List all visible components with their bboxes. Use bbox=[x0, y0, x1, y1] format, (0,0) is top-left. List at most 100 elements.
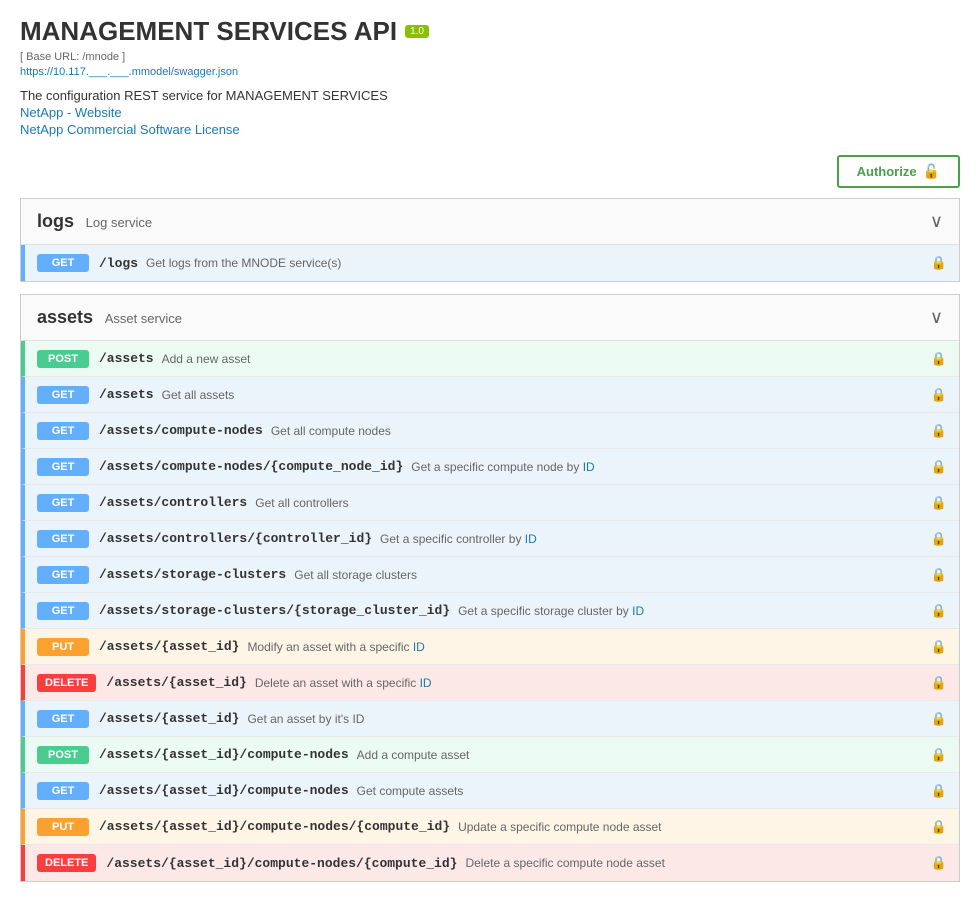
endpoint-path: /assets/storage-clusters/{storage_cluste… bbox=[99, 603, 450, 618]
endpoint-path: /assets/controllers/{controller_id} bbox=[99, 531, 372, 546]
endpoint-row[interactable]: DELETE /assets/{asset_id} Delete an asse… bbox=[21, 665, 959, 701]
endpoint-path: /assets/compute-nodes/{compute_node_id} bbox=[99, 459, 403, 474]
endpoint-lock-icon: 🔒 bbox=[931, 387, 947, 403]
endpoint-row[interactable]: DELETE /assets/{asset_id}/compute-nodes/… bbox=[21, 845, 959, 881]
section-assets: assets Asset service ∨ POST /assets Add … bbox=[20, 294, 960, 882]
chevron-icon-assets: ∨ bbox=[930, 307, 943, 328]
endpoint-desc: Get all compute nodes bbox=[271, 424, 391, 438]
authorize-label: Authorize bbox=[857, 164, 917, 179]
endpoint-path: /assets/compute-nodes bbox=[99, 423, 263, 438]
section-header-logs[interactable]: logs Log service ∨ bbox=[21, 199, 959, 245]
endpoint-row[interactable]: GET /assets/storage-clusters Get all sto… bbox=[21, 557, 959, 593]
endpoint-desc: Get a specific compute node by ID bbox=[411, 460, 594, 474]
endpoint-row[interactable]: PUT /assets/{asset_id}/compute-nodes/{co… bbox=[21, 809, 959, 845]
section-subtitle-logs: Log service bbox=[86, 215, 152, 230]
endpoint-lock-icon: 🔒 bbox=[931, 675, 947, 691]
method-badge: GET bbox=[37, 422, 89, 440]
endpoint-path: /assets/controllers bbox=[99, 495, 247, 510]
endpoint-lock-icon: 🔒 bbox=[931, 603, 947, 619]
endpoint-desc: Get an asset by it's ID bbox=[247, 712, 364, 726]
method-badge: PUT bbox=[37, 638, 89, 656]
endpoint-lock-icon: 🔒 bbox=[931, 639, 947, 655]
endpoint-desc: Get a specific controller by ID bbox=[380, 532, 537, 546]
endpoint-desc: Delete a specific compute node asset bbox=[465, 856, 664, 870]
endpoint-desc: Add a compute asset bbox=[357, 748, 470, 762]
method-badge: GET bbox=[37, 710, 89, 728]
method-badge: PUT bbox=[37, 818, 89, 836]
endpoint-lock-icon: 🔒 bbox=[931, 819, 947, 835]
endpoint-desc: Get logs from the MNODE service(s) bbox=[146, 256, 341, 270]
endpoint-row[interactable]: POST /assets/{asset_id}/compute-nodes Ad… bbox=[21, 737, 959, 773]
authorize-row: Authorize 🔓 bbox=[20, 155, 960, 188]
api-title-text: MANAGEMENT SERVICES API bbox=[20, 16, 397, 47]
endpoint-path: /assets bbox=[99, 351, 154, 366]
method-badge: GET bbox=[37, 782, 89, 800]
endpoint-path: /logs bbox=[99, 256, 138, 271]
endpoint-desc: Add a new asset bbox=[162, 352, 251, 366]
method-badge: POST bbox=[37, 746, 89, 764]
endpoint-lock-icon: 🔒 bbox=[931, 495, 947, 511]
section-title-assets: assets bbox=[37, 307, 93, 327]
license-link[interactable]: NetApp Commercial Software License bbox=[20, 122, 960, 137]
endpoint-path: /assets/{asset_id}/compute-nodes bbox=[99, 783, 349, 798]
website-link[interactable]: NetApp - Website bbox=[20, 105, 960, 120]
api-description: The configuration REST service for MANAG… bbox=[20, 88, 960, 103]
endpoint-desc: Get all controllers bbox=[255, 496, 348, 510]
endpoint-path: /assets/{asset_id}/compute-nodes bbox=[99, 747, 349, 762]
endpoint-lock-icon: 🔒 bbox=[931, 783, 947, 799]
endpoint-desc: Update a specific compute node asset bbox=[458, 820, 661, 834]
endpoint-path: /assets/{asset_id}/compute-nodes/{comput… bbox=[106, 856, 457, 871]
endpoint-path: /assets/{asset_id} bbox=[99, 711, 239, 726]
endpoint-path: /assets bbox=[99, 387, 154, 402]
method-badge: POST bbox=[37, 350, 89, 368]
api-title: MANAGEMENT SERVICES API 1.0 bbox=[20, 16, 960, 47]
section-header-assets[interactable]: assets Asset service ∨ bbox=[21, 295, 959, 341]
endpoint-row[interactable]: PUT /assets/{asset_id} Modify an asset w… bbox=[21, 629, 959, 665]
sections-container: logs Log service ∨ GET /logs Get logs fr… bbox=[20, 198, 960, 882]
endpoint-lock-icon: 🔒 bbox=[931, 531, 947, 547]
endpoint-lock-icon: 🔒 bbox=[931, 567, 947, 583]
swagger-link[interactable]: https://10.117.___.___.mmodel/swagger.js… bbox=[20, 66, 238, 78]
method-badge: GET bbox=[37, 386, 89, 404]
endpoint-lock-icon: 🔒 bbox=[931, 255, 947, 271]
method-badge: DELETE bbox=[37, 854, 96, 872]
endpoint-row[interactable]: GET /assets/compute-nodes Get all comput… bbox=[21, 413, 959, 449]
method-badge: GET bbox=[37, 566, 89, 584]
endpoint-desc: Get compute assets bbox=[357, 784, 464, 798]
section-title-logs: logs bbox=[37, 211, 74, 231]
endpoint-row[interactable]: GET /assets/controllers Get all controll… bbox=[21, 485, 959, 521]
endpoint-desc: Delete an asset with a specific ID bbox=[255, 676, 432, 690]
section-subtitle-assets: Asset service bbox=[105, 311, 182, 326]
endpoint-lock-icon: 🔒 bbox=[931, 855, 947, 871]
method-badge: GET bbox=[37, 530, 89, 548]
endpoint-lock-icon: 🔒 bbox=[931, 423, 947, 439]
endpoint-row[interactable]: POST /assets Add a new asset 🔒 bbox=[21, 341, 959, 377]
section-logs: logs Log service ∨ GET /logs Get logs fr… bbox=[20, 198, 960, 282]
endpoint-desc: Get all assets bbox=[162, 388, 235, 402]
endpoint-row[interactable]: GET /assets/{asset_id}/compute-nodes Get… bbox=[21, 773, 959, 809]
authorize-button[interactable]: Authorize 🔓 bbox=[837, 155, 960, 188]
endpoint-row[interactable]: GET /logs Get logs from the MNODE servic… bbox=[21, 245, 959, 281]
endpoint-lock-icon: 🔒 bbox=[931, 351, 947, 367]
endpoint-desc: Modify an asset with a specific ID bbox=[247, 640, 424, 654]
endpoint-lock-icon: 🔒 bbox=[931, 747, 947, 763]
endpoint-desc: Get a specific storage cluster by ID bbox=[458, 604, 644, 618]
endpoint-row[interactable]: GET /assets/storage-clusters/{storage_cl… bbox=[21, 593, 959, 629]
endpoint-row[interactable]: GET /assets/{asset_id} Get an asset by i… bbox=[21, 701, 959, 737]
endpoint-row[interactable]: GET /assets/compute-nodes/{compute_node_… bbox=[21, 449, 959, 485]
lock-icon: 🔓 bbox=[923, 163, 940, 180]
endpoint-desc: Get all storage clusters bbox=[294, 568, 417, 582]
endpoint-row[interactable]: GET /assets Get all assets 🔒 bbox=[21, 377, 959, 413]
endpoint-row[interactable]: GET /assets/controllers/{controller_id} … bbox=[21, 521, 959, 557]
api-header: MANAGEMENT SERVICES API 1.0 [ Base URL: … bbox=[20, 16, 960, 137]
endpoint-path: /assets/storage-clusters bbox=[99, 567, 286, 582]
endpoint-path: /assets/{asset_id} bbox=[99, 639, 239, 654]
endpoint-lock-icon: 🔒 bbox=[931, 711, 947, 727]
method-badge: GET bbox=[37, 494, 89, 512]
endpoint-path: /assets/{asset_id} bbox=[106, 675, 246, 690]
base-url: [ Base URL: /mnode ] bbox=[20, 51, 960, 63]
endpoint-lock-icon: 🔒 bbox=[931, 459, 947, 475]
method-badge: GET bbox=[37, 254, 89, 272]
method-badge: GET bbox=[37, 602, 89, 620]
endpoint-path: /assets/{asset_id}/compute-nodes/{comput… bbox=[99, 819, 450, 834]
